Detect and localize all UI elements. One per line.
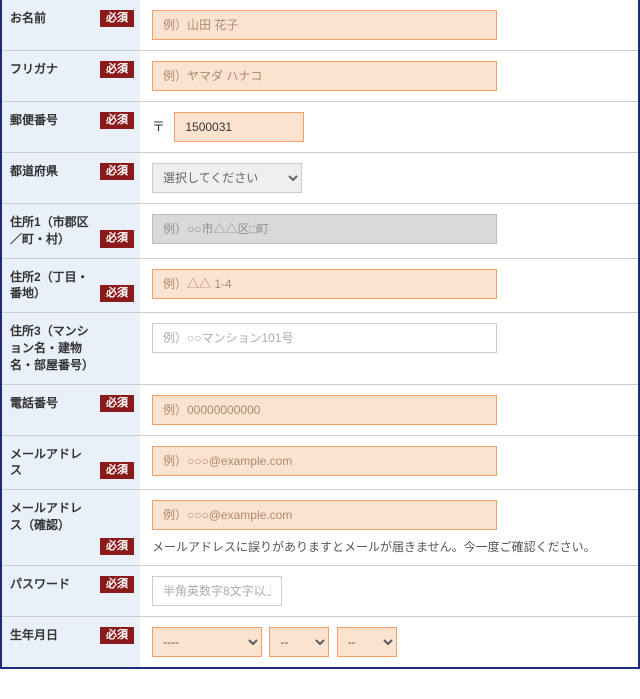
row-email: メールアドレス 必須: [2, 435, 638, 490]
label-text: 住所2（丁目・番地）: [10, 269, 90, 303]
required-badge: 必須: [100, 538, 134, 555]
label-text: 住所3（マンション名・建物名・部屋番号）: [10, 323, 90, 373]
row-pref: 都道府県 必須 選択してください: [2, 153, 638, 204]
required-badge: 必須: [100, 285, 134, 302]
label-text: 郵便番号: [10, 112, 58, 129]
required-badge: 必須: [100, 576, 134, 593]
row-tel: 電話番号 必須: [2, 384, 638, 435]
required-badge: 必須: [100, 627, 134, 644]
label-text: メールアドレス（確認）: [10, 500, 90, 534]
addr2-input[interactable]: [152, 269, 497, 299]
label-dob: 生年月日 必須: [2, 617, 140, 668]
label-email-confirm: メールアドレス（確認） 必須: [2, 490, 140, 566]
password-input[interactable]: [152, 576, 282, 606]
label-password: パスワード 必須: [2, 566, 140, 617]
label-kana: フリガナ 必須: [2, 51, 140, 102]
addr1-input[interactable]: [152, 214, 497, 244]
required-badge: 必須: [100, 61, 134, 78]
row-zip: 郵便番号 必須 〒: [2, 102, 638, 153]
dob-group: ---- -- --: [152, 627, 626, 657]
required-badge: 必須: [100, 462, 134, 479]
dob-year-select[interactable]: ----: [152, 627, 262, 657]
tel-input[interactable]: [152, 395, 497, 425]
email-input[interactable]: [152, 446, 497, 476]
label-text: 生年月日: [10, 627, 58, 644]
label-zip: 郵便番号 必須: [2, 102, 140, 153]
label-text: 都道府県: [10, 163, 58, 180]
email-confirm-note: メールアドレスに誤りがありますとメールが届きません。今一度ご確認ください。: [152, 538, 626, 555]
label-pref: 都道府県 必須: [2, 153, 140, 204]
label-text: メールアドレス: [10, 446, 90, 480]
name-input[interactable]: [152, 10, 497, 40]
row-name: お名前 必須: [2, 0, 638, 51]
form-table: お名前 必須 フリガナ 必須 郵便番号 必須 〒 都道府県 必須: [2, 0, 638, 667]
label-addr1: 住所1（市郡区／町・村） 必須: [2, 204, 140, 259]
required-badge: 必須: [100, 395, 134, 412]
row-addr1: 住所1（市郡区／町・村） 必須: [2, 204, 638, 259]
row-addr2: 住所2（丁目・番地） 必須: [2, 258, 638, 313]
pref-select[interactable]: 選択してください: [152, 163, 302, 193]
row-dob: 生年月日 必須 ---- -- --: [2, 617, 638, 668]
label-text: 電話番号: [10, 395, 58, 412]
row-password: パスワード 必須: [2, 566, 638, 617]
email-confirm-input[interactable]: [152, 500, 497, 530]
label-text: お名前: [10, 10, 46, 27]
addr3-input[interactable]: [152, 323, 497, 353]
dob-day-select[interactable]: --: [337, 627, 397, 657]
label-text: パスワード: [10, 576, 70, 593]
row-addr3: 住所3（マンション名・建物名・部屋番号）: [2, 313, 638, 384]
row-email-confirm: メールアドレス（確認） 必須 メールアドレスに誤りがありますとメールが届きません…: [2, 490, 638, 566]
registration-form: お名前 必須 フリガナ 必須 郵便番号 必須 〒 都道府県 必須: [0, 0, 640, 669]
label-tel: 電話番号 必須: [2, 384, 140, 435]
row-kana: フリガナ 必須: [2, 51, 638, 102]
label-addr3: 住所3（マンション名・建物名・部屋番号）: [2, 313, 140, 384]
label-addr2: 住所2（丁目・番地） 必須: [2, 258, 140, 313]
dob-month-select[interactable]: --: [269, 627, 329, 657]
required-badge: 必須: [100, 230, 134, 247]
kana-input[interactable]: [152, 61, 497, 91]
label-email: メールアドレス 必須: [2, 435, 140, 490]
label-text: 住所1（市郡区／町・村）: [10, 214, 90, 248]
required-badge: 必須: [100, 163, 134, 180]
required-badge: 必須: [100, 10, 134, 27]
zip-input[interactable]: [174, 112, 304, 142]
required-badge: 必須: [100, 112, 134, 129]
label-text: フリガナ: [10, 61, 58, 78]
zip-prefix: 〒: [152, 116, 165, 135]
label-name: お名前 必須: [2, 0, 140, 51]
